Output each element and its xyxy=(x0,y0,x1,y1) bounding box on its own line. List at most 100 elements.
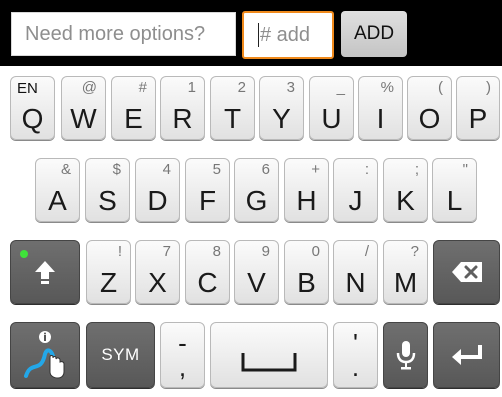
key-a-label: A xyxy=(48,185,67,216)
key-b[interactable]: 0 B xyxy=(284,240,329,304)
key-h-label: H xyxy=(296,185,317,216)
key-r[interactable]: 1 R xyxy=(160,76,205,140)
sym-key-label: SYM xyxy=(101,345,140,364)
key-x-hint: 7 xyxy=(162,243,171,260)
key-e-hint: # xyxy=(138,79,147,96)
comma-label: , xyxy=(178,352,187,382)
key-f-hint: 5 xyxy=(212,161,221,178)
enter-key[interactable] xyxy=(433,322,500,388)
key-g[interactable]: 6 G xyxy=(234,158,279,222)
key-y-label: Y xyxy=(272,103,291,134)
key-g-label: G xyxy=(245,185,268,216)
key-j[interactable]: : J xyxy=(333,158,378,222)
backspace-icon xyxy=(434,241,499,303)
key-e-label: E xyxy=(124,103,143,134)
key-u[interactable]: _ U xyxy=(309,76,354,140)
key-j-hint: : xyxy=(364,161,369,178)
tag-input[interactable]: # add xyxy=(242,11,334,59)
key-h[interactable]: + H xyxy=(284,158,329,222)
key-o-label: O xyxy=(418,103,441,134)
key-q-label: Q xyxy=(21,103,44,134)
key-d-label: D xyxy=(147,185,168,216)
enter-arrow-icon xyxy=(434,323,499,387)
key-v-label: V xyxy=(247,267,266,298)
key-w-hint: @ xyxy=(81,79,97,96)
add-button-label: ADD xyxy=(353,23,395,44)
key-c[interactable]: 8 C xyxy=(185,240,230,304)
key-x-label: X xyxy=(148,267,167,298)
key-u-hint: _ xyxy=(336,79,345,96)
key-n-hint: / xyxy=(364,243,369,260)
key-g-hint: 6 xyxy=(261,161,270,178)
key-l[interactable]: " L xyxy=(432,158,477,222)
add-button[interactable]: ADD xyxy=(341,11,407,57)
key-f-label: F xyxy=(198,185,217,216)
key-m-label: M xyxy=(393,267,418,298)
key-h-hint: + xyxy=(311,161,320,178)
key-o[interactable]: ( O xyxy=(407,76,452,140)
key-i-label: I xyxy=(376,103,385,134)
options-input-placeholder: Need more options? xyxy=(25,22,206,45)
keyboard: EN Q @ W # E 1 R 2 T 3 Y _ U % I ( O ) P… xyxy=(0,66,502,397)
key-n[interactable]: / N xyxy=(333,240,378,304)
key-e[interactable]: # E xyxy=(111,76,156,140)
period-label: . xyxy=(351,352,360,382)
key-q[interactable]: EN Q xyxy=(10,76,55,140)
key-w[interactable]: @ W xyxy=(61,76,106,140)
key-n-label: N xyxy=(345,267,366,298)
microphone-icon xyxy=(384,323,427,387)
swype-settings-key[interactable] xyxy=(10,322,80,388)
key-z-label: Z xyxy=(99,267,118,298)
space-bar-icon xyxy=(211,323,327,387)
key-m-hint: ? xyxy=(410,243,419,260)
key-i[interactable]: % I xyxy=(358,76,403,140)
key-d[interactable]: 4 D xyxy=(135,158,180,222)
key-a[interactable]: & A xyxy=(35,158,80,222)
backspace-key[interactable] xyxy=(433,240,500,304)
key-b-label: B xyxy=(297,267,316,298)
key-c-label: C xyxy=(197,267,218,298)
key-p-hint: ) xyxy=(486,79,491,96)
key-o-hint: ( xyxy=(438,79,443,96)
key-r-hint: 1 xyxy=(187,79,196,96)
key-v-hint: 9 xyxy=(261,243,270,260)
swype-gesture-icon xyxy=(11,323,79,387)
voice-input-key[interactable] xyxy=(383,322,428,388)
key-t-hint: 2 xyxy=(237,79,246,96)
suggestion-bar: Need more options? # add ADD xyxy=(0,0,502,66)
key-t[interactable]: 2 T xyxy=(210,76,255,140)
key-s[interactable]: $ S xyxy=(85,158,130,222)
key-c-hint: 8 xyxy=(212,243,221,260)
dash-comma-key[interactable]: - , xyxy=(160,322,205,388)
apostrophe-label: ' xyxy=(353,328,358,358)
key-s-hint: $ xyxy=(112,161,121,178)
options-input[interactable]: Need more options? xyxy=(11,12,236,56)
dash-label: - xyxy=(178,328,187,358)
key-t-label: T xyxy=(223,103,242,134)
key-m[interactable]: ? M xyxy=(383,240,428,304)
key-w-label: W xyxy=(70,103,97,134)
key-b-hint: 0 xyxy=(311,243,320,260)
tag-input-value: # add xyxy=(260,23,311,46)
space-key[interactable] xyxy=(210,322,328,388)
shift-arrow-icon xyxy=(11,241,79,303)
key-u-label: U xyxy=(321,103,342,134)
sym-key[interactable]: SYM xyxy=(86,322,155,388)
key-y-hint: 3 xyxy=(286,79,295,96)
key-a-hint: & xyxy=(60,161,71,178)
key-s-label: S xyxy=(98,185,117,216)
apostrophe-period-key[interactable]: ' . xyxy=(333,322,378,388)
key-z-hint: ! xyxy=(117,243,122,260)
key-p-label: P xyxy=(468,103,488,134)
key-z[interactable]: ! Z xyxy=(86,240,131,304)
key-x[interactable]: 7 X xyxy=(135,240,180,304)
text-cursor xyxy=(258,23,259,47)
shift-key[interactable] xyxy=(10,240,80,304)
key-f[interactable]: 5 F xyxy=(185,158,230,222)
key-k[interactable]: ; K xyxy=(383,158,428,222)
key-p[interactable]: ) P xyxy=(456,76,500,140)
key-k-hint: ; xyxy=(414,161,419,178)
language-indicator: EN xyxy=(17,80,38,97)
key-v[interactable]: 9 V xyxy=(234,240,279,304)
key-y[interactable]: 3 Y xyxy=(259,76,304,140)
